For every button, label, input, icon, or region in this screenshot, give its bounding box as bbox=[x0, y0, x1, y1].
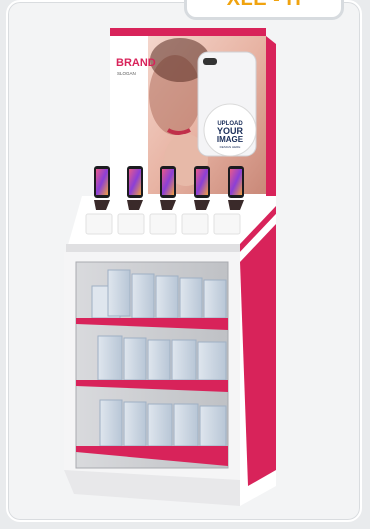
upload-label: UPLOAD YOUR IMAGE DESIGN HERE bbox=[217, 121, 244, 149]
slogan-text: SLOGAN bbox=[117, 71, 136, 76]
upload-line: DESIGN HERE bbox=[220, 145, 241, 149]
shelf bbox=[76, 335, 228, 392]
upload-line: IMAGE bbox=[217, 135, 244, 144]
display-stand-illustration: BRAND SLOGAN UPLOAD YOUR IMAGE DESIGN HE… bbox=[64, 28, 276, 506]
brand-text: BRAND bbox=[116, 57, 156, 69]
